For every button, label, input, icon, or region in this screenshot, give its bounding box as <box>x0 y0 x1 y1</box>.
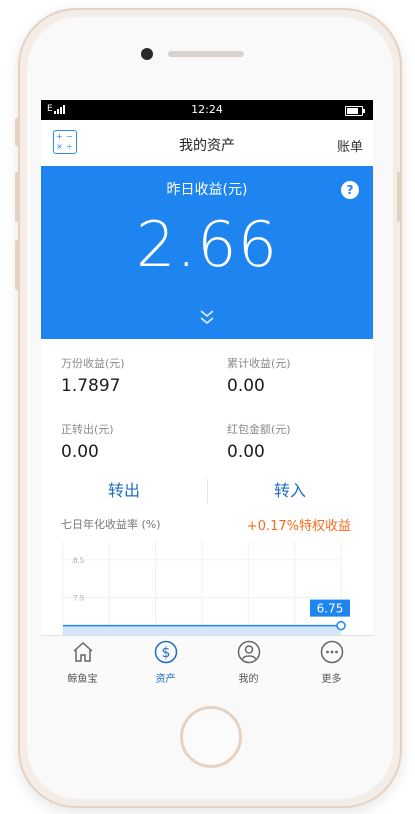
home-icon <box>73 641 92 662</box>
stat-cumulative: 累计收益(元) 0.00 <box>227 355 373 396</box>
stat-label: 累计收益(元) <box>227 357 291 370</box>
yesterday-earnings-panel: 昨日收益(元) ? 2.66 <box>41 166 373 339</box>
data-label: 6.75 <box>317 602 344 616</box>
tab-mine[interactable]: 我的 <box>207 640 290 685</box>
dollar-circle-icon: $ <box>154 640 177 664</box>
tab-label: 更多 <box>321 674 342 685</box>
stat-transferring-out: 正转出(元) 0.00 <box>61 421 211 462</box>
tab-label: 资产 <box>155 674 176 685</box>
yesterday-earnings-value: 2.66 <box>135 208 279 281</box>
stat-label: 正转出(元) <box>61 423 114 436</box>
more-icon <box>320 640 343 664</box>
double-chevron-down-icon[interactable] <box>199 308 215 326</box>
transfer-out-button[interactable]: 转出 <box>41 471 207 511</box>
tab-label: 鲸鱼宝 <box>67 674 98 685</box>
volume-up-button <box>15 172 19 222</box>
speaker-grill <box>168 51 244 57</box>
stat-per-10k: 万份收益(元) 1.7897 <box>61 355 211 396</box>
yield-chart: 七日年化收益率 (%) +0.17%特权收益 8.5 7.5 6.75 <box>41 511 373 635</box>
help-icon[interactable]: ? <box>341 181 359 199</box>
bill-link[interactable]: 账单 <box>337 136 363 155</box>
mute-switch <box>15 118 19 146</box>
tab-assets[interactable]: $ 资产 <box>124 640 207 685</box>
y-tick-label: 8.5 <box>73 557 84 565</box>
stat-red-packet: 红包金额(元) 0.00 <box>227 421 373 462</box>
front-camera <box>141 48 153 60</box>
transfer-in-button[interactable]: 转入 <box>207 471 373 511</box>
tab-home[interactable]: 鲸鱼宝 <box>41 640 124 685</box>
transfer-actions: 转出 转入 <box>41 471 373 512</box>
stat-label: 万份收益(元) <box>61 357 125 370</box>
power-button <box>397 172 401 222</box>
tab-more[interactable]: 更多 <box>290 640 373 685</box>
earnings-stats: 万份收益(元) 1.7897 累计收益(元) 0.00 正转出(元) 0.00 … <box>41 339 373 472</box>
stat-label: 红包金额(元) <box>227 423 291 436</box>
y-tick-label: 7.5 <box>73 594 84 602</box>
yield-last-point <box>336 620 346 631</box>
home-button[interactable] <box>180 706 242 768</box>
stat-value: 0.00 <box>227 442 265 462</box>
status-bar: E 12:24 <box>41 100 373 120</box>
yield-chart-plot: 8.5 7.5 6.75 <box>62 541 350 635</box>
yield-area <box>63 625 341 635</box>
yesterday-earnings-label: 昨日收益(元) <box>166 182 248 198</box>
page-title: 我的资产 <box>179 138 235 154</box>
volume-down-button <box>15 240 19 290</box>
stat-value: 0.00 <box>227 376 265 396</box>
tab-label: 我的 <box>238 674 259 685</box>
stat-value: 0.00 <box>61 442 99 462</box>
status-time: 12:24 <box>191 103 223 116</box>
user-icon <box>237 640 260 664</box>
stat-value: 1.7897 <box>61 376 121 396</box>
navigation-bar: + − × ÷ 我的资产 账单 <box>41 120 373 167</box>
battery-icon <box>345 106 365 116</box>
tab-bar: 鲸鱼宝 $ 资产 我的 更多 <box>41 635 373 688</box>
svg-text:$: $ <box>161 645 170 661</box>
phone-screen: E 12:24 + − × ÷ 我的资产 账单 昨日收益(元) ? 2.66 万份收… <box>41 100 373 688</box>
